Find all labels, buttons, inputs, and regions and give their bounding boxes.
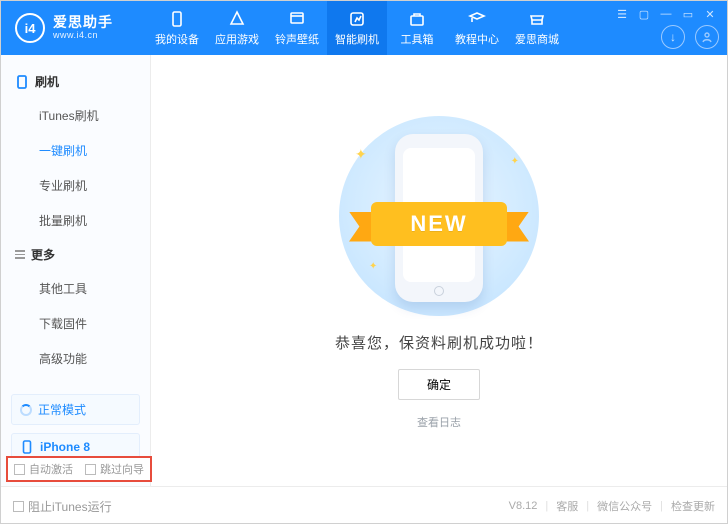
version-label: V8.12 (509, 500, 538, 512)
tab-tutorials[interactable]: 教程中心 (447, 1, 507, 55)
ringtone-icon (288, 10, 306, 28)
spinner-icon (20, 404, 32, 416)
tab-ringtones[interactable]: 铃声壁纸 (267, 1, 327, 55)
auto-activate-checkbox[interactable]: 自动激活 (14, 461, 73, 477)
tutorials-icon (468, 10, 486, 28)
sparkle-icon: ✦ (511, 156, 519, 167)
tab-flash[interactable]: 智能刷机 (327, 1, 387, 55)
window-controls: ☰ ▢ — ▭ ✕ (611, 5, 721, 23)
new-ribbon-label: NEW (371, 202, 507, 246)
device-name: iPhone 8 (40, 440, 90, 454)
device-small-icon (20, 440, 34, 454)
side-download-fw[interactable]: 下载固件 (1, 306, 150, 341)
close-icon[interactable]: ✕ (699, 5, 721, 23)
main-content: ✦ ✦ ✦ NEW 恭喜您，保资料刷机成功啦！ 确定 查看日志 (151, 55, 727, 486)
user-icon[interactable] (695, 25, 719, 49)
tab-toolbox[interactable]: 工具箱 (387, 1, 447, 55)
shop-icon (528, 10, 546, 28)
sparkle-icon: ✦ (355, 146, 367, 163)
toolbox-icon (408, 10, 426, 28)
checkbox-label: 阻止iTunes运行 (28, 498, 112, 515)
sidebar-group-more: 更多 (1, 238, 150, 271)
side-batch-flash[interactable]: 批量刷机 (1, 203, 150, 238)
menu-icon[interactable]: ☰ (611, 5, 633, 23)
flash-icon (348, 10, 366, 28)
tab-label: 教程中心 (455, 31, 499, 47)
status-label: 正常模式 (38, 401, 86, 418)
minimize-icon[interactable]: — (655, 5, 677, 23)
check-update-link[interactable]: 检查更新 (671, 498, 715, 514)
ok-button[interactable]: 确定 (398, 369, 480, 400)
device-mode-status[interactable]: 正常模式 (11, 394, 140, 425)
success-illustration: ✦ ✦ ✦ NEW (329, 116, 549, 316)
side-oneclick-flash[interactable]: 一键刷机 (1, 133, 150, 168)
checkbox-icon (85, 464, 96, 475)
activation-options-highlight: 自动激活 跳过向导 (6, 456, 152, 482)
sparkle-icon: ✦ (369, 261, 377, 272)
block-itunes-checkbox[interactable]: 阻止iTunes运行 (13, 498, 112, 515)
group-title-label: 刷机 (35, 73, 59, 90)
skip-guide-checkbox[interactable]: 跳过向导 (85, 461, 144, 477)
maximize-icon[interactable]: ▭ (677, 5, 699, 23)
support-link[interactable]: 客服 (556, 498, 578, 514)
status-bar: 阻止iTunes运行 V8.12 | 客服 | 微信公众号 | 检查更新 (1, 486, 727, 525)
side-advanced[interactable]: 高级功能 (1, 341, 150, 376)
group-title-label: 更多 (31, 246, 55, 263)
tab-label: 应用游戏 (215, 31, 259, 47)
brand-logo-icon: i4 (15, 13, 45, 43)
side-other-tools[interactable]: 其他工具 (1, 271, 150, 306)
tab-label: 工具箱 (401, 31, 434, 47)
sidebar-group-flash: 刷机 (1, 65, 150, 98)
checkbox-icon (13, 501, 24, 512)
tab-label: 我的设备 (155, 31, 199, 47)
view-log-link[interactable]: 查看日志 (417, 414, 461, 430)
tab-label: 智能刷机 (335, 31, 379, 47)
brand-title: 爱思助手 (53, 15, 113, 30)
separator: | (660, 500, 663, 512)
more-icon (15, 250, 25, 259)
top-tabs: 我的设备 应用游戏 铃声壁纸 智能刷机 工具箱 教程中心 爱思商城 (147, 1, 567, 55)
checkbox-icon (14, 464, 25, 475)
apps-icon (228, 10, 246, 28)
titlebar: i4 爱思助手 www.i4.cn 我的设备 应用游戏 铃声壁纸 智能刷机 工具… (1, 1, 727, 55)
device-icon (168, 10, 186, 28)
phone-icon (15, 75, 29, 89)
download-icon[interactable]: ↓ (661, 25, 685, 49)
sidebar: 刷机 iTunes刷机 一键刷机 专业刷机 批量刷机 更多 其他工具 下载固件 … (1, 55, 151, 486)
tab-label: 爱思商城 (515, 31, 559, 47)
side-itunes-flash[interactable]: iTunes刷机 (1, 98, 150, 133)
tab-apps[interactable]: 应用游戏 (207, 1, 267, 55)
brand-subtitle: www.i4.cn (53, 31, 113, 41)
checkbox-label: 自动激活 (29, 461, 73, 477)
separator: | (545, 500, 548, 512)
checkbox-label: 跳过向导 (100, 461, 144, 477)
tab-label: 铃声壁纸 (275, 31, 319, 47)
side-pro-flash[interactable]: 专业刷机 (1, 168, 150, 203)
success-message: 恭喜您，保资料刷机成功啦！ (335, 332, 543, 353)
brand: i4 爱思助手 www.i4.cn (15, 13, 147, 43)
wechat-link[interactable]: 微信公众号 (597, 498, 652, 514)
tab-my-device[interactable]: 我的设备 (147, 1, 207, 55)
tab-shop[interactable]: 爱思商城 (507, 1, 567, 55)
new-ribbon: NEW (353, 202, 525, 246)
skin-icon[interactable]: ▢ (633, 5, 655, 23)
separator: | (586, 500, 589, 512)
title-right-icons: ↓ (661, 25, 719, 49)
